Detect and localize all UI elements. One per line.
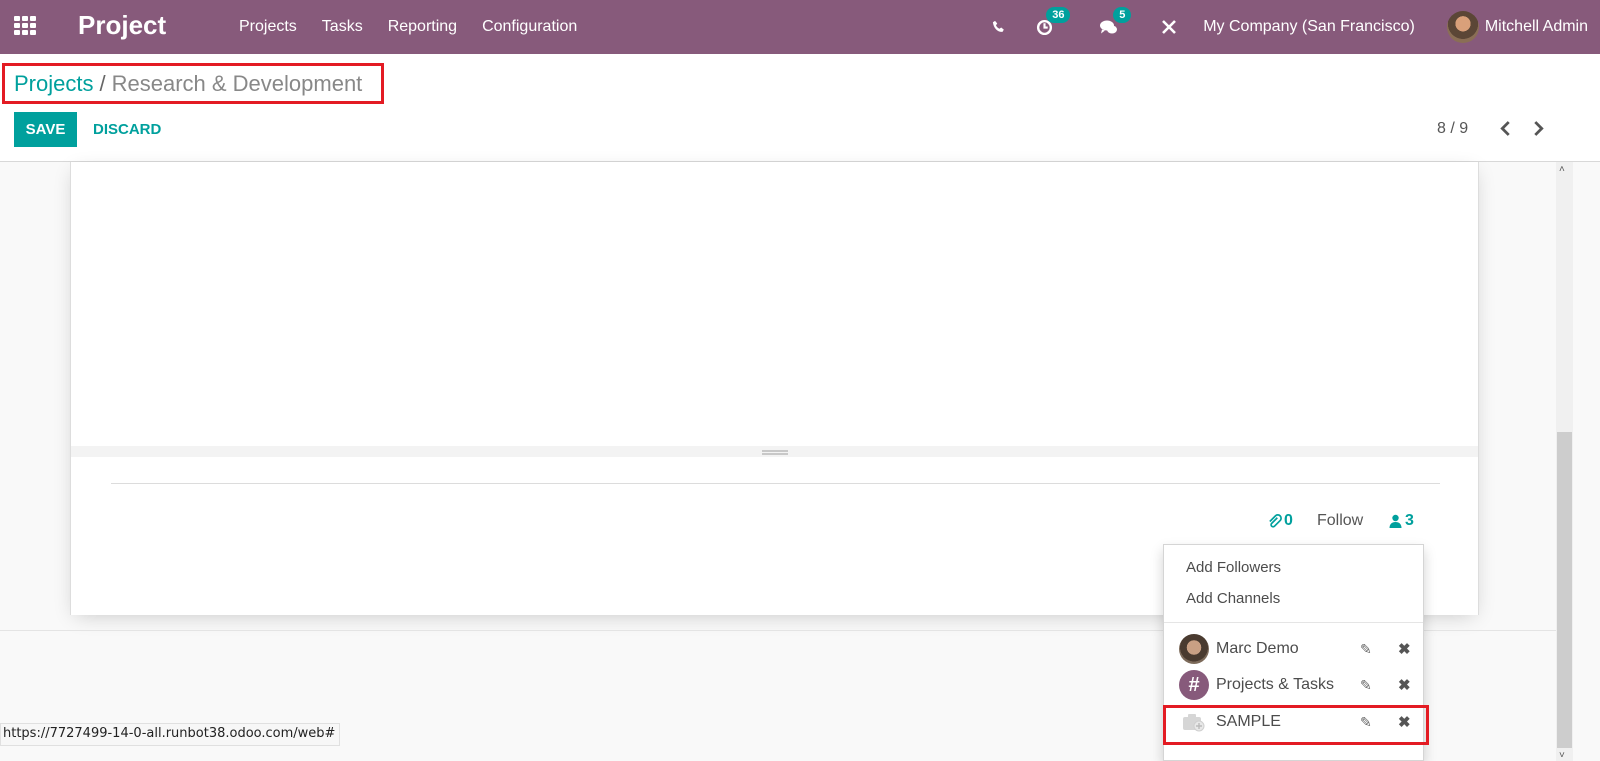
control-panel: Projects / Research & Development SAVE DIS… <box>0 54 1600 162</box>
dropdown-divider <box>1164 622 1423 623</box>
breadcrumb-current: Research & Development <box>111 71 363 96</box>
follower-name[interactable]: Marc Demo <box>1216 640 1299 658</box>
followers-dropdown: Add Followers Add Channels Marc Demo ✎ ✖… <box>1163 544 1429 761</box>
paperclip-icon <box>1269 513 1282 528</box>
chevron-left-icon <box>1499 120 1510 136</box>
attachment-count: 0 <box>1284 512 1293 529</box>
top-navbar: Project Projects Tasks Reporting Configu… <box>0 0 1600 54</box>
vertical-scrollbar[interactable]: ˄ ˅ <box>1556 162 1573 761</box>
phone-button[interactable] <box>992 20 1006 34</box>
remove-icon[interactable]: ✖ <box>1398 640 1411 658</box>
follower-avatar <box>1179 634 1209 664</box>
main-menu: Projects Tasks Reporting Configuration <box>239 0 577 54</box>
message-count-badge: 5 <box>1113 6 1132 23</box>
company-name: My Company (San Francisco) <box>1203 18 1415 35</box>
remove-icon[interactable]: ✖ <box>1398 676 1411 694</box>
scroll-up-arrow-icon[interactable]: ˄ <box>1559 164 1565 175</box>
follower-item: # Projects & Tasks ✎ ✖ <box>1164 668 1423 702</box>
menu-projects[interactable]: Projects <box>239 18 297 36</box>
follow-button[interactable]: Follow <box>1317 511 1363 531</box>
attachments-button[interactable]: 0 <box>1267 511 1293 531</box>
user-menu[interactable]: Mitchell Admin <box>1446 11 1588 43</box>
messages-button[interactable]: 5 <box>1099 6 1132 36</box>
save-button[interactable]: SAVE <box>14 112 77 147</box>
sample-highlight <box>1163 705 1429 745</box>
chevron-right-icon <box>1533 120 1544 136</box>
menu-tasks[interactable]: Tasks <box>322 18 363 36</box>
pencil-icon[interactable]: ✎ <box>1360 641 1372 658</box>
systray: 36 5 My Company (San Francisco) Mitchell… <box>992 0 1600 54</box>
resize-grip-icon[interactable] <box>762 450 788 455</box>
discard-button[interactable]: DISCARD <box>93 112 161 147</box>
debug-tools-button[interactable] <box>1161 19 1177 35</box>
breadcrumb: Projects / Research & Development <box>14 71 362 97</box>
follower-name[interactable]: Projects & Tasks <box>1216 676 1334 694</box>
pager-previous-button[interactable] <box>1495 116 1515 140</box>
app-name[interactable]: Project <box>78 10 166 41</box>
apps-menu-icon[interactable] <box>14 16 36 36</box>
menu-configuration[interactable]: Configuration <box>482 18 577 36</box>
activity-button[interactable]: 36 <box>1036 6 1071 36</box>
pager-next-button[interactable] <box>1528 116 1548 140</box>
user-avatar <box>1446 11 1479 43</box>
pager-value[interactable]: 8 / 9 <box>1437 120 1468 138</box>
add-channels-item[interactable]: Add Channels <box>1186 590 1280 607</box>
follower-count: 3 <box>1405 512 1414 529</box>
user-icon <box>1389 514 1402 528</box>
status-bar-url: https://7727499-14-0-all.runbot38.odoo.c… <box>0 723 341 746</box>
tools-icon <box>1162 20 1177 34</box>
breadcrumb-projects-link[interactable]: Projects <box>14 71 93 96</box>
phone-icon <box>993 20 1005 32</box>
followers-button[interactable]: 3 <box>1389 511 1414 531</box>
chatter-divider <box>111 483 1440 484</box>
scroll-down-arrow-icon[interactable]: ˅ <box>1559 750 1565 761</box>
add-followers-item[interactable]: Add Followers <box>1186 559 1281 576</box>
follower-item: Marc Demo ✎ ✖ <box>1164 632 1423 666</box>
pencil-icon[interactable]: ✎ <box>1360 677 1372 694</box>
scrollbar-thumb[interactable] <box>1557 432 1572 748</box>
menu-reporting[interactable]: Reporting <box>388 18 457 36</box>
company-switcher[interactable]: My Company (San Francisco) <box>1203 18 1415 36</box>
activity-count-badge: 36 <box>1046 6 1071 23</box>
breadcrumb-separator: / <box>99 71 106 96</box>
user-name: Mitchell Admin <box>1484 18 1588 35</box>
channel-hash-icon: # <box>1179 670 1209 700</box>
